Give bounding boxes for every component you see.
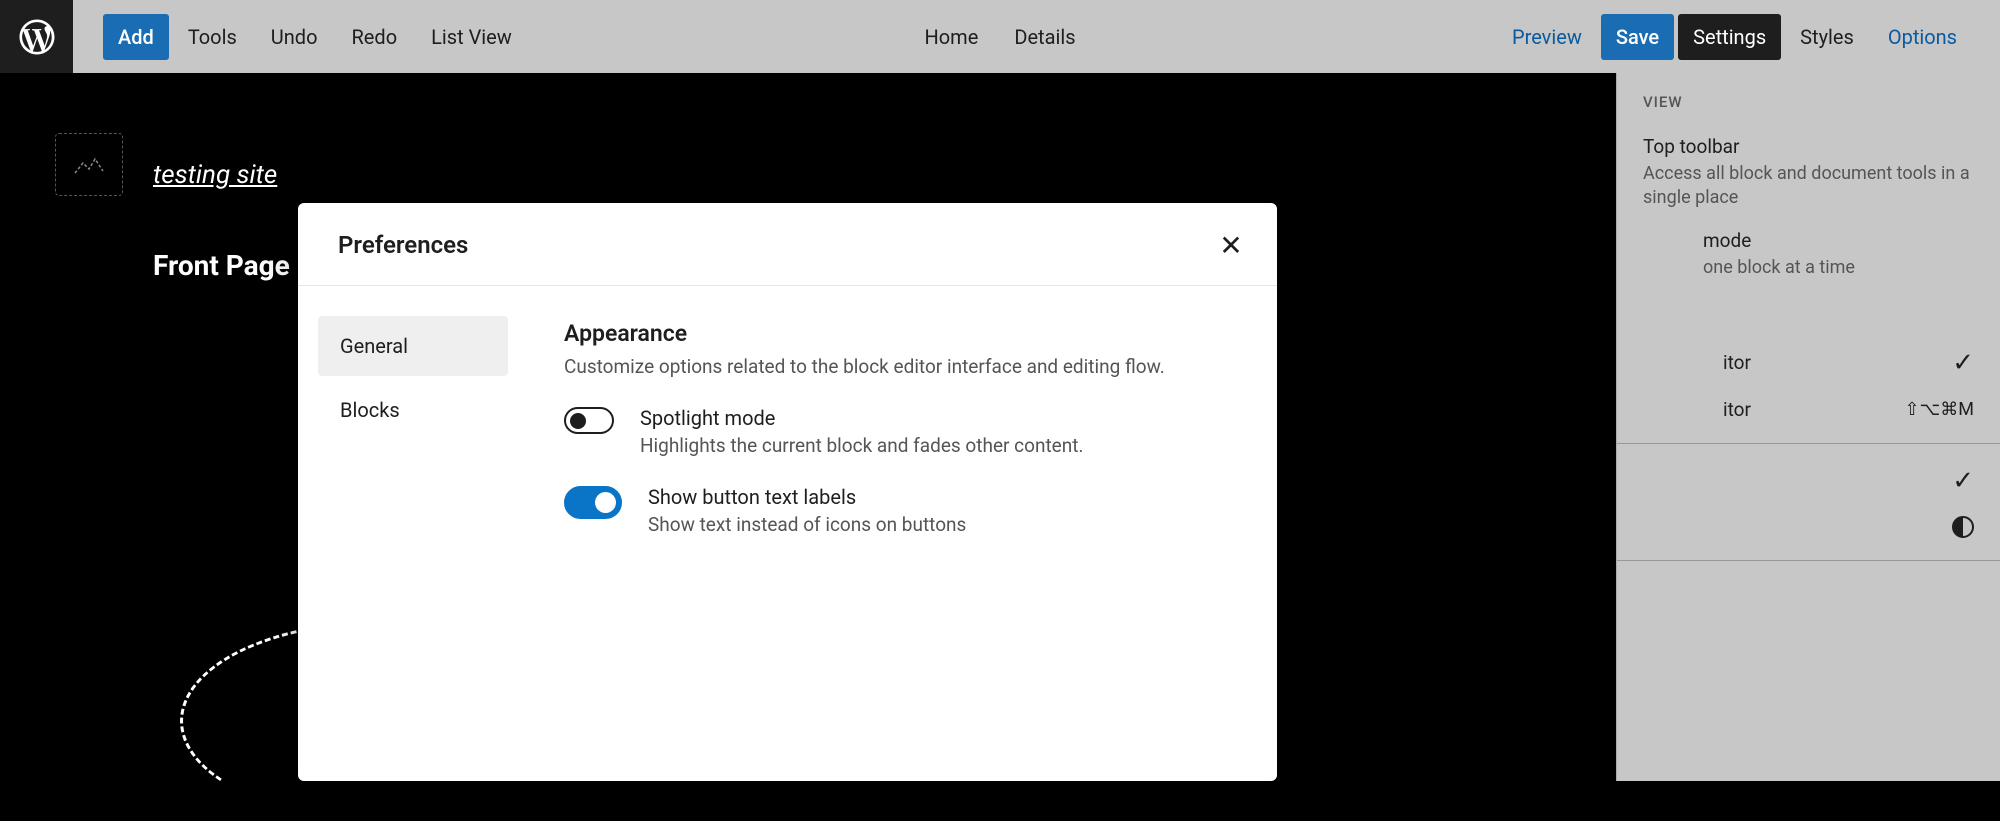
menu-item-contrast[interactable] <box>1643 506 1974 548</box>
keyboard-shortcut: ⇧⌥⌘M <box>1904 399 1974 420</box>
view-item-title: mode <box>1703 229 1974 252</box>
contrast-icon <box>1952 516 1974 538</box>
view-section-label: VIEW <box>1643 93 1974 111</box>
menu-item-editor-2[interactable]: itor ⇧⌥⌘M <box>1643 388 1974 431</box>
modal-tabs: General Blocks <box>298 286 528 781</box>
toggle-title: Show button text labels <box>648 485 966 509</box>
home-button[interactable]: Home <box>909 14 993 60</box>
menu-item-check[interactable]: ✓ <box>1643 456 1974 506</box>
details-button[interactable]: Details <box>999 14 1090 60</box>
toggle-text: Spotlight mode Highlights the current bl… <box>640 406 1083 457</box>
options-button[interactable]: Options <box>1873 14 1972 60</box>
site-logo-placeholder[interactable] <box>55 133 123 196</box>
tab-blocks[interactable]: Blocks <box>318 380 508 440</box>
section-title: Appearance <box>564 320 1237 347</box>
spotlight-mode-toggle[interactable] <box>564 407 614 434</box>
options-dropdown-panel: VIEW Top toolbar Access all block and do… <box>1616 73 2000 781</box>
add-button[interactable]: Add <box>103 14 169 60</box>
modal-content: Appearance Customize options related to … <box>528 286 1277 781</box>
modal-title: Preferences <box>338 231 468 259</box>
image-placeholder-icon <box>73 153 105 177</box>
preferences-modal: Preferences ✕ General Blocks Appearance … <box>298 203 1277 781</box>
save-button[interactable]: Save <box>1601 14 1674 60</box>
view-option-top-toolbar[interactable]: Top toolbar Access all block and documen… <box>1643 135 1974 211</box>
menu-item-label: itor <box>1643 398 1751 421</box>
toggle-title: Spotlight mode <box>640 406 1083 430</box>
button-labels-toggle[interactable] <box>564 486 622 519</box>
top-toolbar: Add Tools Undo Redo List View Home Detai… <box>0 0 2000 73</box>
modal-header: Preferences ✕ <box>298 203 1277 286</box>
tab-general[interactable]: General <box>318 316 508 376</box>
toolbar-right-group: Preview Save Settings Styles Options <box>1497 14 2000 60</box>
check-icon: ✓ <box>1952 348 1974 378</box>
settings-button[interactable]: Settings <box>1678 14 1781 60</box>
modal-body: General Blocks Appearance Customize opti… <box>298 286 1277 781</box>
preview-button[interactable]: Preview <box>1497 14 1597 60</box>
close-icon: ✕ <box>1219 229 1242 262</box>
view-item-desc: Access all block and document tools in a… <box>1643 162 1974 211</box>
toolbar-center-group: Home Details <box>909 14 1090 60</box>
section-desc: Customize options related to the block e… <box>564 355 1237 378</box>
menu-divider <box>1617 560 2000 561</box>
toggle-row-button-labels: Show button text labels Show text instea… <box>564 485 1237 536</box>
redo-button[interactable]: Redo <box>336 14 412 60</box>
check-icon: ✓ <box>1952 466 1974 496</box>
toggle-text: Show button text labels Show text instea… <box>648 485 966 536</box>
styles-button[interactable]: Styles <box>1785 14 1869 60</box>
wordpress-logo[interactable] <box>0 0 73 73</box>
view-item-desc: one block at a time <box>1703 256 1974 280</box>
menu-divider <box>1617 443 2000 444</box>
tools-button[interactable]: Tools <box>173 14 252 60</box>
toggle-desc: Show text instead of icons on buttons <box>648 513 966 536</box>
site-title-link[interactable]: testing site <box>153 160 277 190</box>
menu-item-editor-1[interactable]: itor ✓ <box>1643 338 1974 388</box>
view-option-mode[interactable]: mode one block at a time <box>1643 229 1974 280</box>
undo-button[interactable]: Undo <box>256 14 333 60</box>
close-button[interactable]: ✕ <box>1213 227 1249 263</box>
toolbar-left-group: Add Tools Undo Redo List View <box>73 14 527 60</box>
listview-button[interactable]: List View <box>416 14 527 60</box>
menu-item-label: itor <box>1643 351 1751 374</box>
toggle-desc: Highlights the current block and fades o… <box>640 434 1083 457</box>
wordpress-icon <box>16 16 58 58</box>
toggle-row-spotlight: Spotlight mode Highlights the current bl… <box>564 406 1237 457</box>
view-item-title: Top toolbar <box>1643 135 1974 158</box>
